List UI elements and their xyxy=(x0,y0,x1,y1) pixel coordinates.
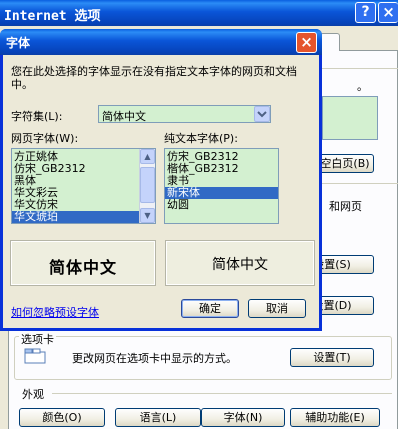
plaintext-font-label: 纯文本字体(P): xyxy=(164,132,238,145)
tabs-group-title: 选项卡 xyxy=(19,331,56,347)
ignore-fonts-link[interactable]: 如何忽略预设字体 xyxy=(11,304,99,320)
bg-fragment-2: 和网页 xyxy=(329,200,362,213)
tabs-group-description: 更改网页在选项卡中显示的方式。 xyxy=(72,352,237,365)
webpage-font-items: 方正姚体 仿宋_GB2312 黑体 华文彩云 华文仿宋 华文琥珀 xyxy=(12,151,155,223)
languages-button[interactable]: 语言(L) xyxy=(115,408,201,427)
bg-fragment-1: 。 xyxy=(357,80,368,93)
charset-value: 简体中文 xyxy=(102,110,146,123)
font-dialog-titlebar: 字体 × xyxy=(0,29,322,55)
ok-button[interactable]: 确定 xyxy=(181,299,239,318)
plaintext-font-items: 仿宋_GB2312 楷体_GB2312 隶书 新宋体 幼圆 xyxy=(165,151,278,211)
list-item[interactable]: 华文琥珀 xyxy=(12,211,155,223)
help-button[interactable]: ? xyxy=(355,2,376,23)
plaintext-sample-text: 简体中文 xyxy=(212,257,268,273)
dialog-description: 您在此处选择的字体显示在没有指定文本字体的网页和文档中。 xyxy=(11,65,297,91)
bg-close-icon: × xyxy=(382,3,395,21)
webpage-sample-text: 简体中文 xyxy=(48,258,117,277)
accessibility-button[interactable]: 辅助功能(E) xyxy=(290,408,380,427)
scroll-up-icon[interactable]: ▲ xyxy=(140,149,155,164)
scroll-thumb[interactable] xyxy=(140,167,155,203)
webpage-font-scrollbar[interactable]: ▲ ▼ xyxy=(139,149,155,223)
webpage-font-list[interactable]: 方正姚体 仿宋_GB2312 黑体 华文彩云 华文仿宋 华文琥珀 ▲ ▼ xyxy=(11,148,156,224)
font-dialog-title: 字体 xyxy=(6,36,31,50)
close-icon: × xyxy=(300,33,313,51)
fonts-button[interactable]: 字体(N) xyxy=(201,408,285,427)
webpage-font-sample: 简体中文 xyxy=(10,240,156,286)
bg-tab[interactable] xyxy=(320,33,340,51)
charset-label: 字符集(L): xyxy=(11,110,63,123)
cancel-button[interactable]: 取消 xyxy=(248,299,306,318)
webpage-font-label: 网页字体(W): xyxy=(11,132,79,145)
bg-close-button[interactable]: × xyxy=(378,2,398,23)
font-dialog-close-button[interactable]: × xyxy=(296,32,317,53)
tabs-icon xyxy=(24,348,46,364)
plaintext-font-list[interactable]: 仿宋_GB2312 楷体_GB2312 隶书 新宋体 幼圆 xyxy=(164,148,279,224)
settings-t-button[interactable]: 设置(T) xyxy=(290,348,374,367)
blank-page-button[interactable]: 空白页(B) xyxy=(316,154,374,173)
scroll-down-icon[interactable]: ▼ xyxy=(140,208,155,223)
bg-window-titlebar: Internet 选项 ? × xyxy=(0,0,398,26)
colors-button[interactable]: 颜色(O) xyxy=(19,408,105,427)
bg-window-title: Internet 选项 xyxy=(4,9,101,24)
list-item[interactable]: 幼圆 xyxy=(165,199,278,211)
bg-separator xyxy=(320,183,398,184)
appearance-separator xyxy=(52,393,392,394)
font-dialog-body: 您在此处选择的字体显示在没有指定文本字体的网页和文档中。 字符集(L): 简体中… xyxy=(3,55,319,328)
appearance-group-title: 外观 xyxy=(22,388,44,401)
charset-select[interactable]: 简体中文 xyxy=(98,105,271,123)
plaintext-font-sample: 简体中文 xyxy=(165,240,315,286)
tabs-group-icon xyxy=(24,348,46,364)
chevron-down-icon[interactable] xyxy=(254,106,270,122)
help-icon: ? xyxy=(361,4,370,20)
bg-address-box xyxy=(322,96,378,140)
font-dialog: 字体 × 您在此处选择的字体显示在没有指定文本字体的网页和文档中。 字符集(L)… xyxy=(0,29,322,331)
